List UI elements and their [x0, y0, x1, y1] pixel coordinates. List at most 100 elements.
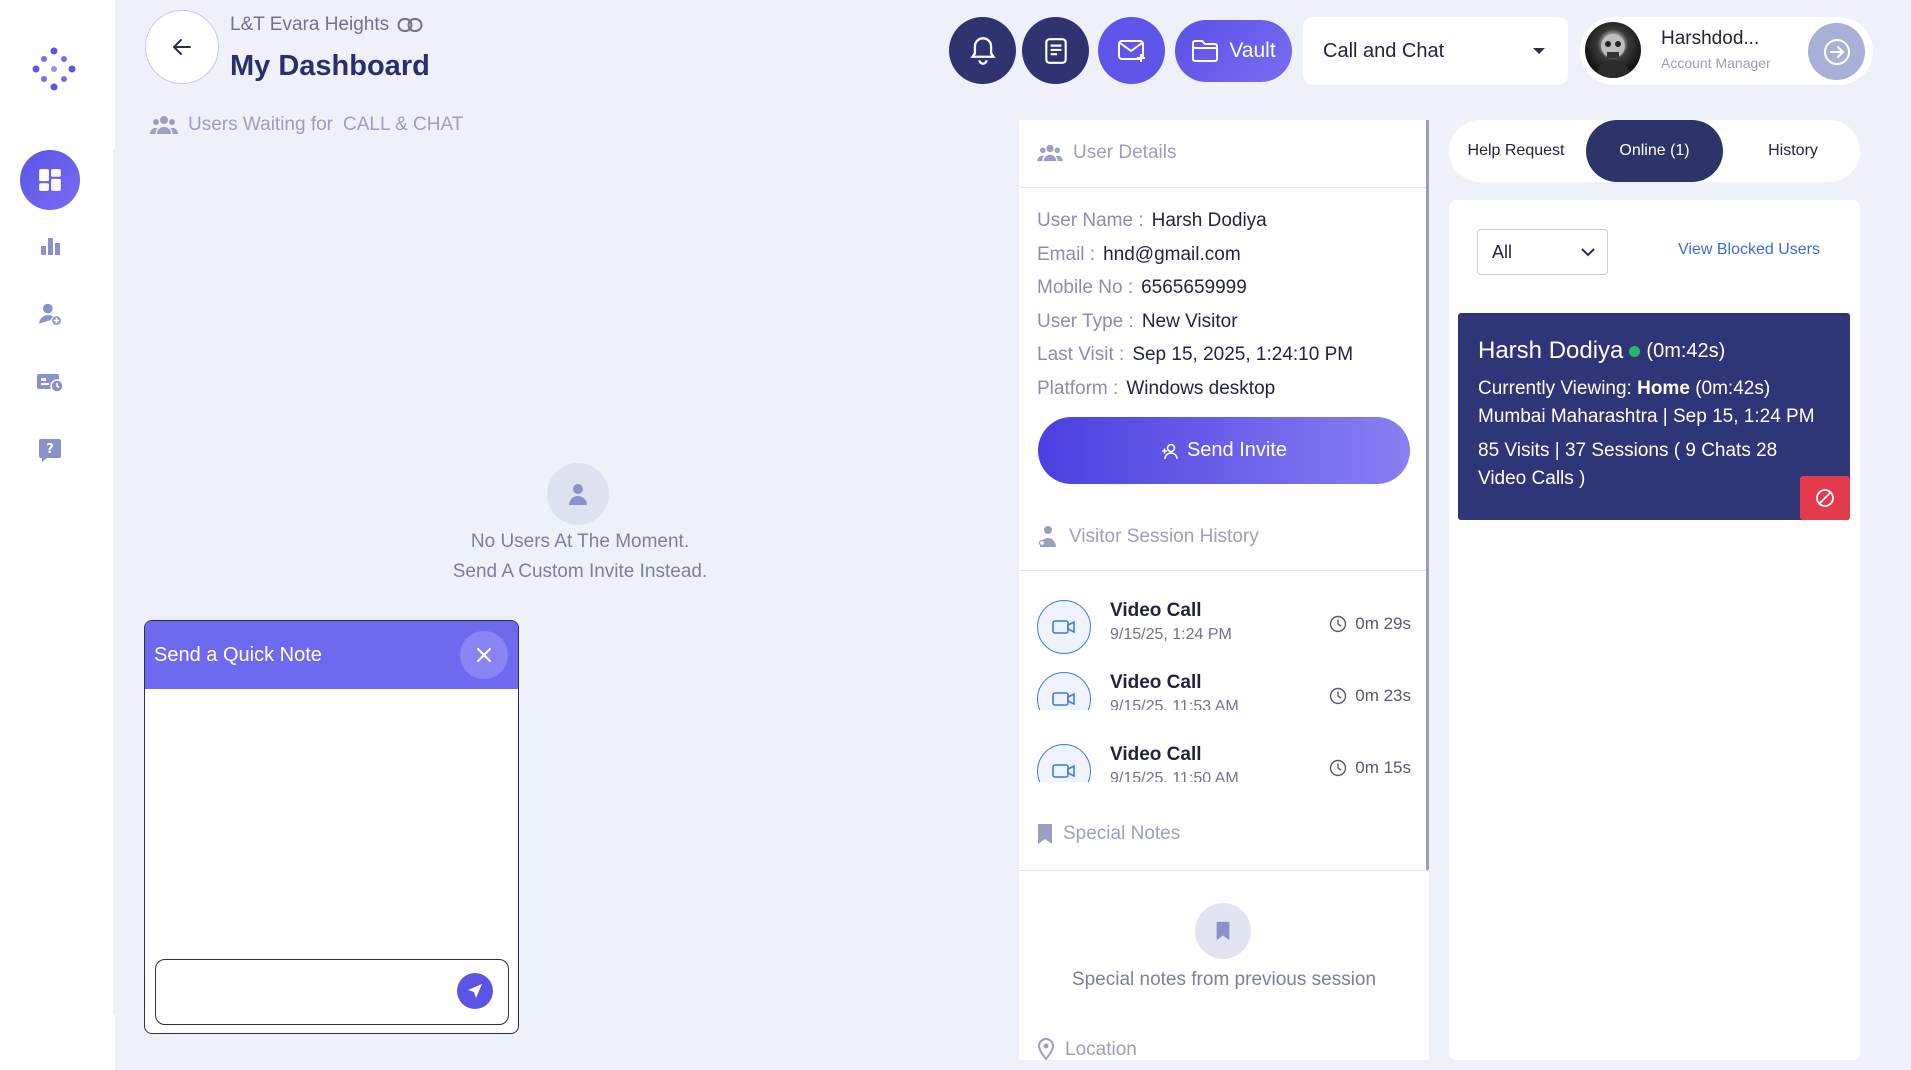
svg-text:?: ? [46, 442, 54, 457]
visitor-card[interactable]: Harsh Dodiya (0m:42s) Currently Viewing:… [1458, 313, 1850, 520]
arrow-left-icon [173, 39, 191, 55]
quick-note-header: Send a Quick Note [145, 621, 518, 689]
profile-role: Account Manager [1661, 55, 1771, 71]
view-blocked-users-link[interactable]: View Blocked Users [1678, 241, 1820, 259]
logout-button[interactable] [1808, 23, 1865, 80]
tab-history[interactable]: History [1726, 120, 1860, 182]
ticket-icon [37, 374, 64, 393]
help-icon: ? [39, 439, 61, 462]
session-item[interactable]: Video Call 9/15/25, 11:53 AM 0m 23s [1037, 672, 1411, 710]
sidebar-item-analytics[interactable] [20, 216, 80, 276]
chevron-down-icon [1581, 247, 1595, 256]
field-user-type: User Type : New Visitor [1037, 311, 1238, 332]
visitor-icon [1038, 526, 1056, 547]
vault-label: Vault [1229, 39, 1276, 62]
empty-state-message: No Users At The Moment. Send A Custom In… [380, 527, 780, 587]
project-name: L&T Evara Heights [230, 14, 390, 35]
block-icon [1816, 489, 1834, 507]
back-button[interactable] [145, 10, 219, 84]
clock-icon [1330, 687, 1347, 705]
visitor-name-row: Harsh Dodiya (0m:42s) [1478, 337, 1725, 365]
details-scrollbar[interactable] [1426, 120, 1429, 870]
divider [1019, 570, 1429, 571]
link-icon[interactable] [397, 17, 423, 33]
empty-state-line2: Send A Custom Invite Instead. [452, 561, 708, 582]
sidebar-item-help[interactable]: ? [20, 420, 80, 480]
send-invite-button[interactable]: Send Invite [1038, 417, 1410, 484]
waiting-users-title: Users Waiting for CALL & CHAT [150, 114, 463, 136]
sidebar-divider [113, 150, 115, 1015]
empty-user-icon [547, 463, 609, 525]
divider [1019, 187, 1429, 188]
brand-logo[interactable] [30, 45, 78, 93]
field-platform: Platform : Windows desktop [1037, 378, 1276, 399]
field-mobile: Mobile No :6565659999 [1037, 277, 1247, 298]
visitor-name: Harsh Dodiya [1478, 337, 1624, 364]
sidebar-item-dashboard[interactable] [20, 150, 80, 210]
tab-online[interactable]: Online (1) [1586, 120, 1723, 182]
notes-button[interactable] [1022, 17, 1089, 84]
bookmark-icon [1038, 824, 1052, 844]
dashboard-icon [39, 169, 61, 191]
bell-icon [969, 36, 996, 65]
visitor-stats-line1: 85 Visits | 37 Sessions ( 9 Chats 28 [1478, 440, 1778, 461]
add-user-icon [39, 303, 62, 326]
close-icon [476, 647, 492, 663]
quick-note-send-button[interactable] [457, 973, 493, 1009]
avatar[interactable] [1585, 22, 1641, 78]
notifications-button[interactable] [949, 17, 1016, 84]
sidebar-item-add-user[interactable] [20, 284, 80, 344]
video-camera-icon [1037, 672, 1091, 710]
block-visitor-button[interactable] [1800, 476, 1850, 520]
vault-button[interactable]: Vault [1175, 20, 1292, 82]
quick-note-panel: Send a Quick Note [144, 620, 519, 1034]
special-notes-empty: Special notes from previous session [1071, 969, 1377, 990]
mode-select[interactable]: Call and Chat [1303, 17, 1568, 85]
breadcrumb: L&T Evara Heights [230, 14, 423, 36]
visitor-currently-viewing: Currently Viewing: Home (0m:42s) [1478, 378, 1771, 399]
clock-icon [1330, 615, 1347, 633]
visitor-location: Mumbai Maharashtra | Sep 15, 1:24 PM [1478, 406, 1815, 427]
folder-icon [1192, 40, 1219, 62]
quick-note-input[interactable] [155, 959, 509, 1025]
sidebar-item-tickets[interactable] [20, 352, 80, 412]
analytics-icon [41, 238, 60, 255]
session-history-list[interactable]: Video Call 9/15/25, 1:24 PM 0m 29s Video… [1019, 590, 1429, 710]
visitor-online-time: (0m:42s) [1646, 339, 1726, 362]
user-details-panel: User Details User Name : Harsh Dodiya Ema… [1019, 120, 1429, 1060]
visitor-filter-select[interactable]: All [1477, 229, 1608, 275]
quick-note-title: Send a Quick Note [154, 643, 322, 666]
waiting-title-prefix: Users Waiting for [188, 114, 333, 135]
user-details-heading: User Details [1037, 142, 1176, 164]
quick-note-close-button[interactable] [460, 631, 508, 679]
tab-help-request[interactable]: Help Request [1449, 120, 1583, 182]
mode-select-value: Call and Chat [1323, 39, 1445, 62]
field-last-visit: Last Visit : Sep 15, 2025, 1:24:10 PM [1037, 344, 1354, 365]
empty-state-line1: No Users At The Moment. [470, 531, 690, 552]
video-camera-icon [1037, 600, 1091, 654]
logout-icon [1823, 38, 1850, 65]
location-pin-icon [1037, 1038, 1055, 1060]
session-history-heading: Visitor Session History [1037, 525, 1259, 549]
online-status-dot [1629, 345, 1641, 357]
users-group-icon [150, 116, 178, 134]
mail-add-icon [1117, 39, 1145, 62]
divider [1019, 870, 1429, 871]
clock-icon [1330, 759, 1347, 777]
page-title: My Dashboard [230, 50, 430, 82]
profile-name: Harshdod... [1661, 28, 1760, 49]
video-camera-icon [1037, 744, 1091, 782]
waiting-title-mode: CALL & CHAT [343, 114, 464, 135]
user-invite-icon [1161, 443, 1178, 459]
session-item[interactable]: Video Call 9/15/25, 1:24 PM 0m 29s [1037, 600, 1411, 660]
bookmark-icon [1195, 903, 1251, 959]
session-history-overflow: Video Call 9/15/25, 11:50 AM 0m 15s [1019, 730, 1429, 782]
session-item[interactable]: Video Call 9/15/25, 11:50 AM 0m 15s [1037, 744, 1411, 782]
visitor-stats-line2: Video Calls ) [1478, 468, 1586, 489]
location-heading: Location [1037, 1038, 1137, 1060]
mail-button[interactable] [1098, 17, 1165, 84]
field-user-name: User Name : Harsh Dodiya [1037, 210, 1267, 231]
send-icon [468, 984, 482, 998]
caret-down-icon [1533, 48, 1545, 54]
field-email: Email : hnd@gmail.com [1037, 244, 1241, 265]
